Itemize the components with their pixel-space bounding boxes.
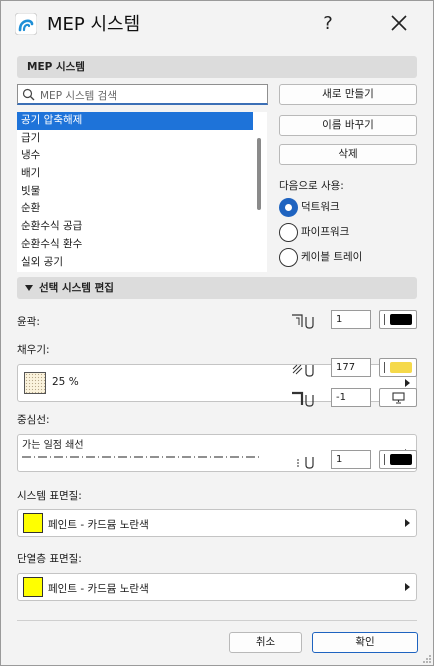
system-list-item[interactable]: 빗물	[17, 183, 253, 201]
systems-section-header: MEP 시스템	[17, 56, 417, 78]
use-as-cabletray-radio[interactable]	[279, 248, 298, 267]
centerline-pen-color-swatch	[390, 454, 412, 465]
centerline-pen-number-field[interactable]: 1	[331, 450, 371, 469]
fill-pen-number-field[interactable]: 177	[331, 358, 371, 377]
system-list-item[interactable]: 순환수식 공급	[17, 218, 253, 236]
fill-name: 25 %	[52, 376, 79, 388]
fill-background-pen-icon	[292, 391, 314, 407]
use-as-ductwork-radio[interactable]	[279, 198, 298, 217]
resize-grip-icon[interactable]	[421, 653, 432, 664]
new-system-button[interactable]: 새로 만들기	[279, 84, 417, 105]
search-placeholder: MEP 시스템 검색	[40, 90, 118, 102]
delete-system-button[interactable]: 삭제	[279, 144, 417, 165]
system-list-item[interactable]: 공기 압축해제	[17, 112, 253, 130]
insulation-surface-swatch	[23, 577, 43, 597]
system-search-input[interactable]: MEP 시스템 검색	[17, 84, 268, 105]
centerline-pen-icon	[297, 457, 314, 469]
footer-divider	[17, 620, 417, 621]
ok-button[interactable]: 확인	[312, 632, 418, 653]
fill-background-pen-button[interactable]	[379, 388, 417, 407]
help-button[interactable]: ?	[313, 9, 343, 39]
swatch-divider	[384, 314, 385, 325]
insulation-surface-name: 페인트 - 카드뮴 노란색	[48, 583, 149, 595]
scrollbar-thumb[interactable]	[257, 138, 261, 210]
edit-section-header[interactable]: 선택 시스템 편집	[17, 277, 417, 299]
system-list-scrollbar[interactable]	[253, 112, 267, 272]
system-surface-arrow-icon	[405, 519, 410, 527]
monitor-icon	[392, 392, 405, 404]
archicad-app-icon	[15, 13, 37, 35]
outline-pen-icon	[292, 314, 314, 329]
centerline-pen-color-button[interactable]	[379, 450, 417, 469]
system-list-item[interactable]: 순환	[17, 200, 253, 218]
swatch-divider	[384, 362, 385, 373]
insulation-surface-picker[interactable]: 페인트 - 카드뮴 노란색	[17, 573, 417, 601]
use-as-pipework-label: 파이프워크	[301, 226, 350, 238]
centerline-label: 중심선:	[17, 414, 50, 426]
fill-pen-icon	[292, 364, 314, 377]
system-surface-picker[interactable]: 페인트 - 카드뮴 노란색	[17, 509, 417, 537]
fill-pen-color-swatch	[390, 362, 412, 373]
dialog-title: MEP 시스템	[47, 14, 141, 35]
fill-pen-color-button[interactable]	[379, 358, 417, 377]
edit-section-title: 선택 시스템 편집	[39, 282, 114, 294]
cancel-button[interactable]: 취소	[229, 632, 302, 653]
search-icon	[22, 88, 35, 101]
insulation-surface-arrow-icon	[405, 583, 410, 591]
fill-picker-arrow-icon	[405, 379, 410, 387]
system-list-item[interactable]: 급기	[17, 130, 253, 148]
system-list-item[interactable]: 냉수	[17, 147, 253, 165]
system-list[interactable]: 공기 압축해제 급기 냉수 배기 빗물 순환 순환수식 공급 순환수식 환수 실…	[17, 112, 253, 272]
system-list-item[interactable]: 실외 공기	[17, 254, 253, 272]
centerline-preview	[22, 456, 262, 458]
collapse-triangle-icon	[25, 285, 33, 291]
insulation-surface-label: 단열층 표면질:	[17, 553, 82, 565]
outline-label: 윤곽:	[17, 316, 40, 328]
fill-label: 채우기:	[17, 344, 50, 356]
fill-pattern-swatch	[24, 372, 46, 394]
use-as-pipework-radio[interactable]	[279, 223, 298, 242]
outline-pen-number-field[interactable]: 1	[331, 310, 371, 329]
centerline-name: 가는 일점 쇄선	[22, 440, 84, 451]
outline-pen-color-button[interactable]	[379, 310, 417, 329]
use-as-label: 다음으로 사용:	[279, 180, 344, 192]
system-surface-label: 시스템 표면질:	[17, 490, 82, 502]
rename-system-button[interactable]: 이름 바꾸기	[279, 115, 417, 136]
system-list-item[interactable]: 순환수식 환수	[17, 236, 253, 254]
use-as-ductwork-label: 덕트워크	[301, 201, 340, 213]
title-bar: MEP 시스템 ?	[1, 1, 433, 47]
use-as-cabletray-label: 케이블 트레이	[301, 251, 363, 263]
outline-pen-color-swatch	[390, 314, 412, 325]
fill-background-pen-number-field[interactable]: -1	[331, 388, 371, 407]
system-surface-name: 페인트 - 카드뮴 노란색	[48, 519, 149, 531]
system-list-item[interactable]: 배기	[17, 165, 253, 183]
swatch-divider	[384, 454, 385, 465]
close-icon[interactable]	[381, 9, 417, 39]
system-surface-swatch	[23, 513, 43, 533]
mep-system-dialog: MEP 시스템 ? MEP 시스템 MEP 시스템 검색 공기 압축해제 급기 …	[0, 0, 434, 666]
